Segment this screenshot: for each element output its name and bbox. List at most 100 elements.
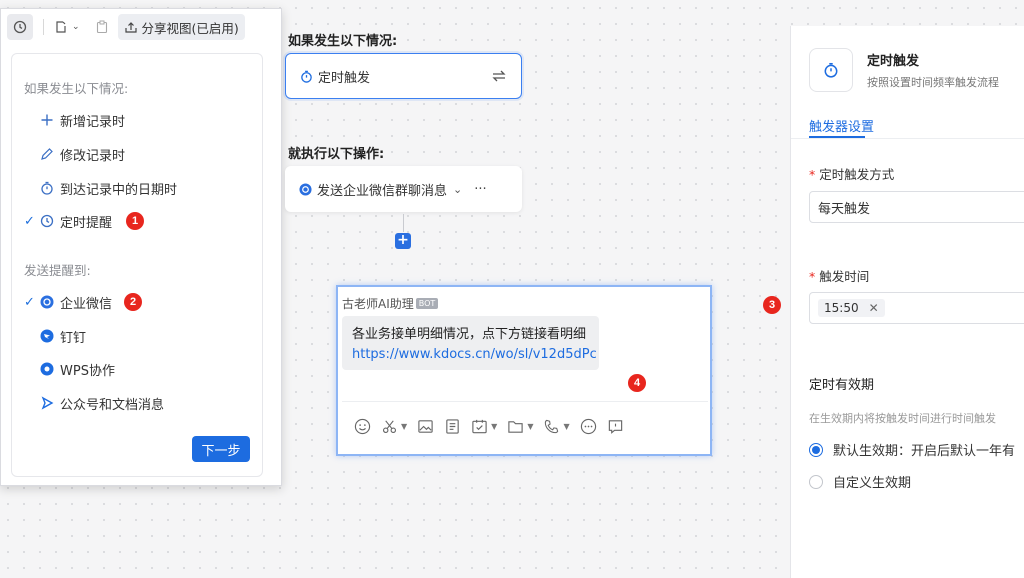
- trigger-option-label: 修改记录时: [60, 148, 126, 164]
- folder-icon[interactable]: ▼: [507, 418, 533, 435]
- action-card-label: 发送企业微信群聊消息: [317, 183, 448, 199]
- validity-hint: 在生效期内将按触发时间进行时间触发: [809, 412, 996, 425]
- trigger-option-label: 定时提醒: [60, 215, 113, 231]
- clipboard-button[interactable]: [96, 14, 108, 40]
- image-icon[interactable]: [417, 418, 434, 435]
- chevron-down-icon: ⌄: [72, 22, 80, 32]
- trigger-option-scheduled-reminder[interactable]: ✓ 定时提醒 1: [24, 210, 145, 232]
- check-icon: ✓: [24, 294, 35, 310]
- trigger-mode-label: * 定时触发方式: [809, 167, 895, 182]
- validity-title: 定时有效期: [809, 378, 875, 393]
- tab-active-indicator: [809, 136, 865, 138]
- close-icon[interactable]: ✕: [869, 301, 879, 315]
- more-icon[interactable]: [580, 418, 597, 435]
- trigger-time-input[interactable]: 15:50 ✕: [809, 292, 1024, 324]
- timer-icon: [300, 70, 313, 83]
- tab-divider: [791, 138, 1024, 139]
- send-target-official-account[interactable]: 公众号和文档消息: [24, 392, 164, 414]
- callout-badge-4: 4: [628, 374, 646, 392]
- check-icon: ✓: [24, 213, 35, 229]
- callout-badge-2: 2: [124, 293, 143, 311]
- send-target-dingtalk[interactable]: 钉钉: [24, 325, 86, 347]
- send-icon: [40, 396, 54, 410]
- share-view-label: 分享视图(已启用): [141, 20, 239, 36]
- trigger-option-date-reached[interactable]: 到达记录中的日期时: [24, 177, 177, 199]
- message-text: 各业务接单明细情况，点下方链接看明细: [352, 327, 587, 342]
- chat-sender: 古老师AI助理 BOT: [342, 295, 439, 312]
- callout-badge-1: 1: [126, 212, 145, 230]
- share-view-button[interactable]: 分享视图(已启用): [117, 14, 245, 40]
- send-section-label: 发送提醒到:: [24, 263, 91, 278]
- radio-custom-label: 自定义生效期: [833, 476, 912, 491]
- message-link[interactable]: https://www.kdocs.cn/wo/sl/v12d5dPc: [352, 347, 597, 362]
- radio-custom-validity[interactable]: 自定义生效期: [809, 472, 911, 491]
- message-bubble: 各业务接单明细情况，点下方链接看明细 https://www.kdocs.cn/…: [342, 316, 599, 370]
- trigger-time-label: * 触发时间: [809, 269, 870, 284]
- send-target-label: 公众号和文档消息: [60, 397, 165, 413]
- clock-icon: [13, 20, 27, 34]
- chat-message-preview: 古老师AI助理 BOT 各业务接单明细情况，点下方链接看明细 https://w…: [336, 285, 712, 456]
- scissors-icon[interactable]: ▼: [381, 418, 407, 435]
- radio-unchecked-icon: [809, 474, 823, 489]
- action-card[interactable]: 发送企业微信群聊消息 ⌄ ···: [285, 166, 522, 212]
- if-condition-label: 如果发生以下情况:: [288, 34, 398, 49]
- send-target-label: WPS协作: [60, 363, 115, 379]
- bot-tag: BOT: [415, 298, 439, 309]
- tab-trigger-settings[interactable]: 触发器设置: [809, 116, 874, 135]
- timer-icon: [809, 48, 853, 92]
- wecom-icon: [40, 295, 54, 309]
- automation-clock-button[interactable]: [7, 14, 33, 40]
- calendar-icon[interactable]: ▼: [471, 418, 497, 435]
- trigger-option-new-record[interactable]: 新增记录时: [24, 109, 125, 131]
- toolbar: ⌄ 分享视图(已启用): [1, 9, 283, 45]
- phone-icon[interactable]: ▼: [543, 418, 570, 435]
- time-chip: 15:50 ✕: [818, 299, 885, 317]
- automation-menu-panel: ⌄ 分享视图(已启用) 如果发生以下情况: 新增记录时 修改记录时 到达记录中的…: [0, 8, 282, 486]
- next-step-button[interactable]: 下一步: [192, 436, 250, 462]
- trigger-option-edit-record[interactable]: 修改记录时: [24, 143, 125, 165]
- trigger-card-label: 定时触发: [318, 70, 371, 86]
- more-options-button[interactable]: ···: [474, 182, 486, 197]
- trigger-mode-select[interactable]: 每天触发: [809, 191, 1024, 223]
- time-chip-value: 15:50: [824, 301, 859, 315]
- wecom-icon: [299, 182, 312, 196]
- sender-name: 古老师AI助理: [342, 297, 414, 311]
- panel-title: 定时触发: [867, 54, 920, 69]
- toolbar-divider: [43, 19, 44, 35]
- emoji-icon[interactable]: [354, 418, 371, 435]
- trigger-card[interactable]: 定时触发: [285, 53, 522, 99]
- trigger-section-label: 如果发生以下情况:: [24, 81, 129, 96]
- panel-subtitle: 按照设置时间频率触发流程: [867, 76, 999, 89]
- clipboard-icon: [96, 20, 107, 34]
- chat-record-icon[interactable]: [607, 418, 624, 435]
- radio-default-label: 默认生效期：开启后默认一年有: [833, 444, 1016, 459]
- trigger-popover: 如果发生以下情况: 新增记录时 修改记录时 到达记录中的日期时 ✓ 定时提醒 1…: [11, 53, 263, 477]
- trigger-mode-value: 每天触发: [818, 201, 871, 217]
- pencil-icon: [40, 147, 54, 161]
- send-target-wecom[interactable]: ✓ 企业微信 2: [24, 291, 143, 313]
- then-action-label: 就执行以下操作:: [288, 147, 385, 162]
- chat-toolbar: ▼ ▼ ▼ ▼: [342, 401, 708, 451]
- flow-connector: [403, 214, 404, 232]
- export-dropdown-button[interactable]: ⌄: [54, 14, 80, 40]
- trigger-option-label: 新增记录时: [60, 114, 126, 130]
- chevron-down-icon[interactable]: ⌄: [453, 183, 462, 196]
- send-target-label: 企业微信: [60, 296, 113, 312]
- send-target-wps[interactable]: WPS协作: [24, 358, 115, 380]
- radio-default-validity[interactable]: 默认生效期：开启后默认一年有: [809, 440, 1015, 459]
- radio-checked-icon: [809, 442, 823, 457]
- clock-icon: [40, 214, 54, 228]
- dingtalk-icon: [40, 329, 54, 343]
- add-step-button[interactable]: +: [395, 233, 411, 249]
- callout-badge-3: 3: [763, 296, 781, 314]
- plus-icon: [40, 113, 54, 127]
- wps-icon: [40, 362, 54, 376]
- send-target-label: 钉钉: [60, 330, 87, 346]
- trigger-option-label: 到达记录中的日期时: [60, 182, 178, 198]
- export-icon: [56, 21, 66, 33]
- swap-icon[interactable]: [491, 70, 507, 82]
- trigger-settings-panel: 定时触发 按照设置时间频率触发流程 触发器设置 * 定时触发方式 每天触发 * 触发…: [790, 26, 1024, 578]
- doc-icon[interactable]: [444, 418, 461, 435]
- timer-icon: [40, 181, 54, 195]
- share-icon: [124, 21, 137, 33]
